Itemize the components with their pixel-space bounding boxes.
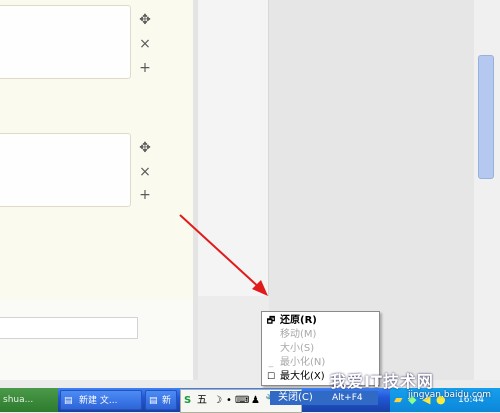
restore-icon: 🗗 <box>266 316 276 326</box>
document-icon: ▤ <box>64 396 73 406</box>
moon-icon[interactable]: ☽ <box>213 393 222 409</box>
ime-logo-icon[interactable]: S <box>184 393 191 409</box>
menu-item-close[interactable]: 关闭(C) Alt+F4 <box>270 391 378 405</box>
taskbar-item-new[interactable]: ▤ 新 <box>145 390 177 410</box>
minimize-icon: _ <box>268 358 274 368</box>
annotation-arrow-icon <box>179 214 268 296</box>
document-icon: ▤ <box>149 396 158 406</box>
ime-mode[interactable]: 五 <box>197 393 207 409</box>
dot-icon[interactable]: • <box>226 393 232 409</box>
keyboard-icon[interactable]: ⌨ <box>235 393 249 409</box>
menu-item-size: 大小(S) <box>280 343 315 354</box>
maximize-icon: ☐ <box>266 372 276 382</box>
start-button[interactable]: shua... <box>0 388 58 412</box>
watermark-url: jingyan.baidu.com <box>408 390 492 400</box>
taskbar-item-new-document[interactable]: ▤ 新建 文... <box>60 390 142 410</box>
user-icon[interactable]: ♟ <box>251 393 260 409</box>
menu-item-restore[interactable]: 🗗 还原(R) <box>262 314 379 328</box>
shortcut-label: Alt+F4 <box>332 393 363 403</box>
watermark-title: 我爱IT技术网 <box>330 372 434 391</box>
folder-icon[interactable]: ▰ <box>394 393 402 406</box>
menu-item-move: 移动(M) <box>280 329 317 340</box>
